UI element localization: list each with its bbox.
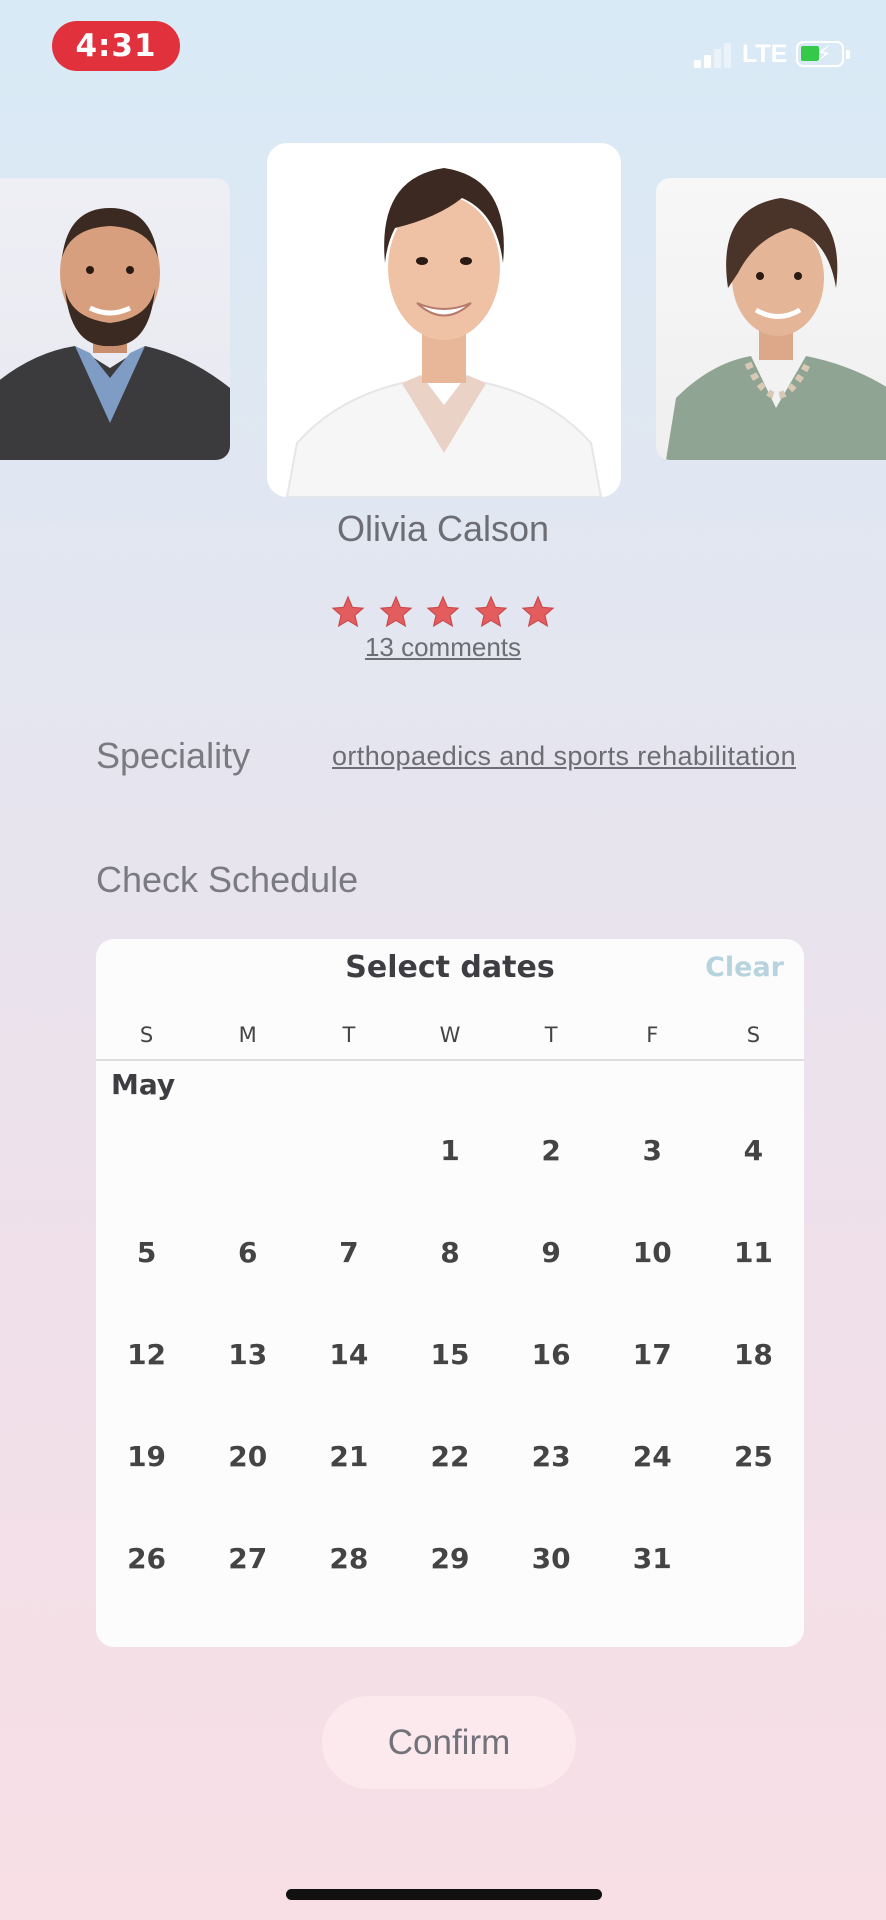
date-picker-calendar: Select dates Clear S M T W T F S May 123… [96,939,804,1647]
rating-stars [330,594,556,630]
weekday-label: T [544,1023,558,1047]
schedule-heading: Check Schedule [96,859,359,900]
confirm-button[interactable]: Confirm [322,1696,576,1789]
star-icon [426,595,460,628]
network-type: LTE [742,40,788,68]
calendar-day[interactable]: 20 [197,1405,298,1507]
status-bar: 4:31 LTE ⚡ [0,0,886,100]
weekday-label: M [238,1023,257,1047]
calendar-day[interactable]: 29 [399,1507,500,1609]
calendar-day[interactable]: 5 [96,1201,197,1303]
calendar-day[interactable]: 7 [298,1201,399,1303]
calendar-day[interactable]: 11 [703,1201,804,1303]
doctor-card-selected[interactable] [267,143,621,497]
doctor-card-next[interactable] [656,178,886,460]
calendar-day[interactable]: 21 [298,1405,399,1507]
doctor-carousel[interactable] [0,140,886,500]
weekday-label: W [439,1023,461,1047]
calendar-empty-cell [298,1099,399,1201]
doctor-photo-icon [666,198,886,460]
calendar-day[interactable]: 6 [197,1201,298,1303]
calendar-day[interactable]: 15 [399,1303,500,1405]
calendar-day[interactable]: 2 [501,1099,602,1201]
home-indicator[interactable] [286,1889,602,1900]
calendar-day[interactable]: 12 [96,1303,197,1405]
calendar-day[interactable]: 13 [197,1303,298,1405]
weekday-label: S [139,1023,154,1047]
calendar-day[interactable]: 23 [501,1405,602,1507]
calendar-empty-cell [197,1099,298,1201]
days-grid: 1 2 3 4 5 6 7 8 9 10 11 12 13 14 15 16 17 18 19 20 21 22 23 24 2… [96,1099,804,1609]
calendar-day[interactable]: 26 [96,1507,197,1609]
star-icon [474,595,507,628]
calendar-day[interactable]: 17 [602,1303,703,1405]
doctor-name: Olivia Calson [336,508,550,549]
calendar-divider [96,1059,804,1061]
speciality-link[interactable]: orthopaedics and sports rehabilitation [332,741,796,772]
signal-icon [694,42,734,68]
star-icon [379,595,412,628]
calendar-title: Select dates [345,950,555,985]
clear-button[interactable]: Clear [705,939,784,997]
calendar-day[interactable]: 9 [501,1201,602,1303]
calendar-day[interactable]: 31 [602,1507,703,1609]
star-icon [521,595,555,628]
calendar-day[interactable]: 30 [501,1507,602,1609]
calendar-day[interactable]: 16 [501,1303,602,1405]
calendar-day[interactable]: 19 [96,1405,197,1507]
calendar-empty-cell [96,1099,197,1201]
calendar-day[interactable]: 14 [298,1303,399,1405]
calendar-day[interactable]: 8 [399,1201,500,1303]
speciality-label: Speciality [96,735,251,776]
calendar-day[interactable]: 27 [197,1507,298,1609]
calendar-day[interactable]: 10 [602,1201,703,1303]
doctor-photo-icon [285,168,603,497]
calendar-day[interactable]: 3 [602,1099,703,1201]
month-label: May [111,1068,176,1101]
calendar-day[interactable]: 18 [703,1303,804,1405]
weekday-label: T [342,1023,356,1047]
calendar-day[interactable]: 24 [602,1405,703,1507]
status-time: 4:31 [52,21,180,71]
weekday-label: S [746,1023,761,1047]
comments-link[interactable]: 13 comments [0,632,886,663]
doctor-card-previous[interactable] [0,178,230,460]
calendar-day[interactable]: 4 [703,1099,804,1201]
calendar-day[interactable]: 28 [298,1507,399,1609]
battery-icon: ⚡ [796,41,850,67]
calendar-day[interactable]: 25 [703,1405,804,1507]
doctor-photo-icon [0,208,230,460]
weekday-header: S M T W T F S [96,1015,804,1055]
calendar-day[interactable]: 1 [399,1099,500,1201]
weekday-label: F [646,1023,659,1047]
star-icon [331,595,365,628]
calendar-day[interactable]: 22 [399,1405,500,1507]
